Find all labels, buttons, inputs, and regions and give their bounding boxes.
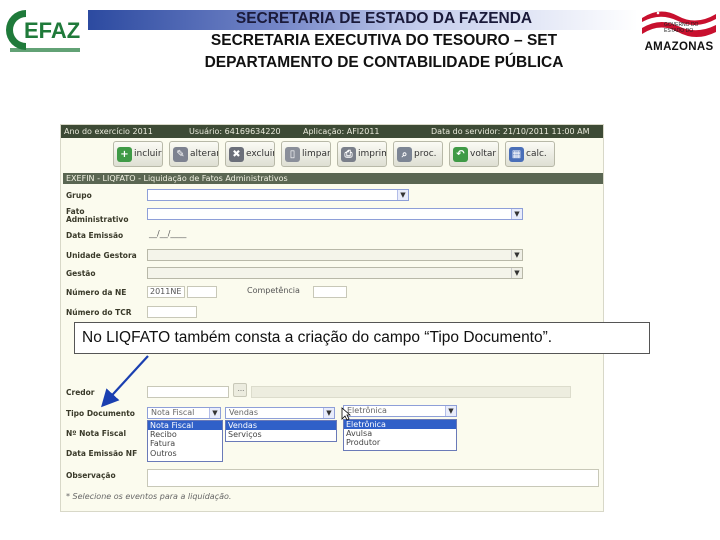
list-item[interactable]: Recibo (148, 430, 222, 439)
slide: EFAZ SECRETARIA DE ESTADO DA FAZENDA SEC… (0, 0, 720, 540)
tipo-documento-label: Tipo Documento (66, 409, 135, 418)
amazonas-logo: GOVERNO DO ESTADO DO AMAZONAS (640, 4, 718, 56)
vendas-value: Vendas (229, 408, 258, 417)
observacao-label: Observação (66, 471, 116, 480)
list-item[interactable]: Serviços (226, 430, 336, 439)
back-button-label: voltar (470, 149, 497, 159)
vendas-select[interactable]: Vendas ▼ (225, 407, 335, 419)
status-server-date: Data do servidor: 21/10/2011 11:00 AM (431, 127, 590, 136)
credor-lookup-button[interactable]: ... (233, 383, 247, 397)
status-application: Aplicação: AFI2011 (303, 127, 380, 136)
chevron-down-icon: ▼ (511, 250, 522, 260)
list-item[interactable]: Vendas (226, 421, 336, 431)
competencia-input[interactable] (313, 286, 347, 298)
status-user: Usuário: 64169634220 (189, 127, 281, 136)
amazonas-logo-subtitle: GOVERNO DO ESTADO DO (664, 22, 699, 34)
search-icon: ⌕ (397, 146, 412, 162)
tipo-documento-select[interactable]: Nota Fiscal ▼ (147, 407, 221, 419)
credor-name-display (251, 386, 571, 398)
search-button[interactable]: ⌕ proc. (393, 141, 443, 167)
unidade-gestora-label: Unidade Gestora (66, 251, 137, 260)
callout-box: No LIQFATO também consta a criação do ca… (74, 322, 650, 354)
search-button-label: proc. (414, 149, 437, 159)
list-item[interactable]: Outros (148, 449, 222, 458)
list-item[interactable]: Produtor (344, 438, 456, 447)
footer-note: * Selecione os eventos para a liquidação… (66, 492, 232, 501)
numero-tcr-input[interactable] (147, 306, 197, 318)
list-item[interactable]: Fatura (148, 439, 222, 448)
eletronica-value: Eletrônica (347, 406, 387, 415)
sefaz-logo: EFAZ (4, 4, 88, 62)
toolbar: + incluir ✎ alterar ✖ excluir ▯ limpar ⎙ impr… (113, 141, 603, 169)
mouse-pointer-icon (341, 407, 351, 421)
amazonas-logo-title: AMAZONAS (644, 41, 714, 53)
edit-icon: ✎ (173, 146, 188, 162)
grupo-label: Grupo (66, 191, 92, 200)
calculator-button-label: calc. (526, 149, 547, 159)
grupo-select[interactable]: ▼ (147, 189, 409, 201)
list-item[interactable]: Eletrônica (344, 420, 456, 430)
delete-button[interactable]: ✖ excluir (225, 141, 275, 167)
competencia-label: Competência (247, 286, 300, 295)
credor-input[interactable] (147, 386, 229, 398)
chevron-down-icon: ▼ (209, 408, 220, 418)
eletronica-options: Eletrônica Avulsa Produtor (343, 419, 457, 451)
header-line-3: DEPARTAMENTO DE CONTABILIDADE PÚBLICA (204, 54, 564, 71)
calculator-button[interactable]: ▦ calc. (505, 141, 555, 167)
list-item[interactable]: Avulsa (344, 429, 456, 438)
svg-text:EFAZ: EFAZ (24, 18, 80, 43)
add-button[interactable]: + incluir (113, 141, 163, 167)
back-button[interactable]: ↶ voltar (449, 141, 499, 167)
numero-ne-prefix: 2011NE (147, 286, 185, 298)
status-year: Ano do exercício 2011 (64, 127, 153, 136)
numero-tcr-label: Número do TCR (66, 308, 132, 317)
eletronica-select[interactable]: Eletrônica ▼ (343, 405, 457, 417)
data-emissao-nf-label: Data Emissão NF (66, 449, 138, 458)
gestao-label: Gestão (66, 269, 96, 278)
header-line-2: SECRETARIA EXECUTIVA DO TESOURO – SET (210, 32, 558, 49)
back-icon: ↶ (453, 146, 468, 162)
clear-button-label: limpar (302, 149, 331, 159)
clear-button[interactable]: ▯ limpar (281, 141, 331, 167)
numero-ne-label: Número da NE (66, 288, 127, 297)
credor-label: Credor (66, 388, 95, 397)
observacao-textarea[interactable] (147, 469, 599, 487)
print-button[interactable]: ⎙imprimir (337, 141, 387, 167)
delete-button-label: excluir (246, 149, 275, 159)
list-item[interactable]: Nota Fiscal (148, 421, 222, 431)
vendas-options: Vendas Serviços (225, 420, 337, 442)
add-icon: + (117, 146, 132, 162)
print-button-label: imprimir (358, 149, 386, 159)
chevron-down-icon: ▼ (511, 209, 522, 219)
fato-label-line2: Administrativo (66, 215, 129, 224)
status-bar: Ano do exercício 2011 Usuário: 641696342… (61, 125, 603, 138)
numero-ne-input[interactable] (187, 286, 217, 298)
data-emissao-input[interactable]: __/__/____ (147, 229, 199, 241)
fato-administrativo-select[interactable]: ▼ (147, 208, 523, 220)
unidade-gestora-select[interactable]: ▼ (147, 249, 523, 261)
print-icon: ⎙ (341, 146, 356, 162)
chevron-down-icon: ▼ (397, 190, 408, 200)
edit-button-label: alterar (190, 149, 219, 159)
chevron-down-icon: ▼ (445, 406, 456, 416)
clear-icon: ▯ (285, 146, 300, 162)
delete-icon: ✖ (229, 146, 244, 162)
data-emissao-label: Data Emissão (66, 231, 124, 240)
gestao-select[interactable]: ▼ (147, 267, 523, 279)
calculator-icon: ▦ (509, 146, 524, 162)
app-window: Ano do exercício 2011 Usuário: 641696342… (60, 124, 604, 512)
section-title: EXEFIN - LIQFATO - Liquidação de Fatos A… (63, 173, 603, 184)
tipo-documento-options: Nota Fiscal Recibo Fatura Outros (147, 420, 223, 462)
edit-button[interactable]: ✎ alterar (169, 141, 219, 167)
chevron-down-icon: ▼ (511, 268, 522, 278)
nota-fiscal-label: Nº Nota Fiscal (66, 429, 127, 438)
chevron-down-icon: ▼ (323, 408, 334, 418)
tipo-documento-value: Nota Fiscal (151, 408, 195, 417)
add-button-label: incluir (134, 149, 162, 159)
header-line-1: SECRETARIA DE ESTADO DA FAZENDA (235, 10, 533, 27)
